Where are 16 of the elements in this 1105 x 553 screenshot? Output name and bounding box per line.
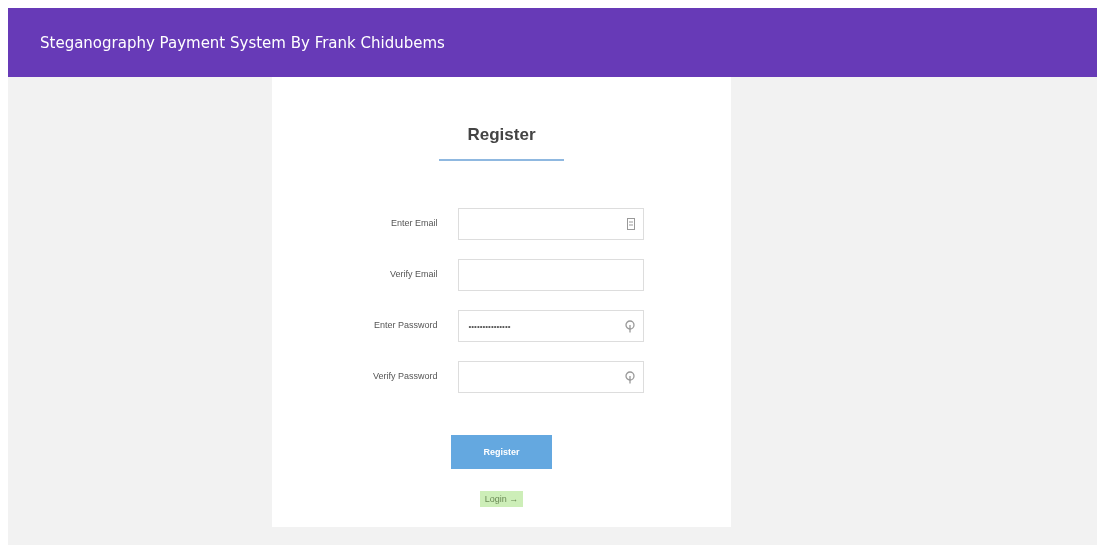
card-icon <box>626 218 635 230</box>
field-label: Enter Password <box>372 320 438 332</box>
form-title: Register <box>467 125 536 145</box>
input-field[interactable] <box>457 361 644 393</box>
app-title: Steganography Payment System By Frank Chidubems <box>40 33 445 52</box>
pin-icon <box>624 319 635 333</box>
pin-icon <box>624 370 635 384</box>
field-label: Verify Password <box>371 371 438 383</box>
input-field[interactable] <box>457 259 644 291</box>
input-field[interactable]: ••••••••••••••• <box>457 310 644 342</box>
register-button[interactable]: Register <box>451 435 552 469</box>
masked-value: ••••••••••••••• <box>468 321 511 331</box>
field-label: Enter Email <box>389 218 438 230</box>
field-label: Verify Email <box>389 269 438 281</box>
login-link[interactable]: Login → <box>479 491 524 507</box>
input-field[interactable] <box>457 208 644 240</box>
